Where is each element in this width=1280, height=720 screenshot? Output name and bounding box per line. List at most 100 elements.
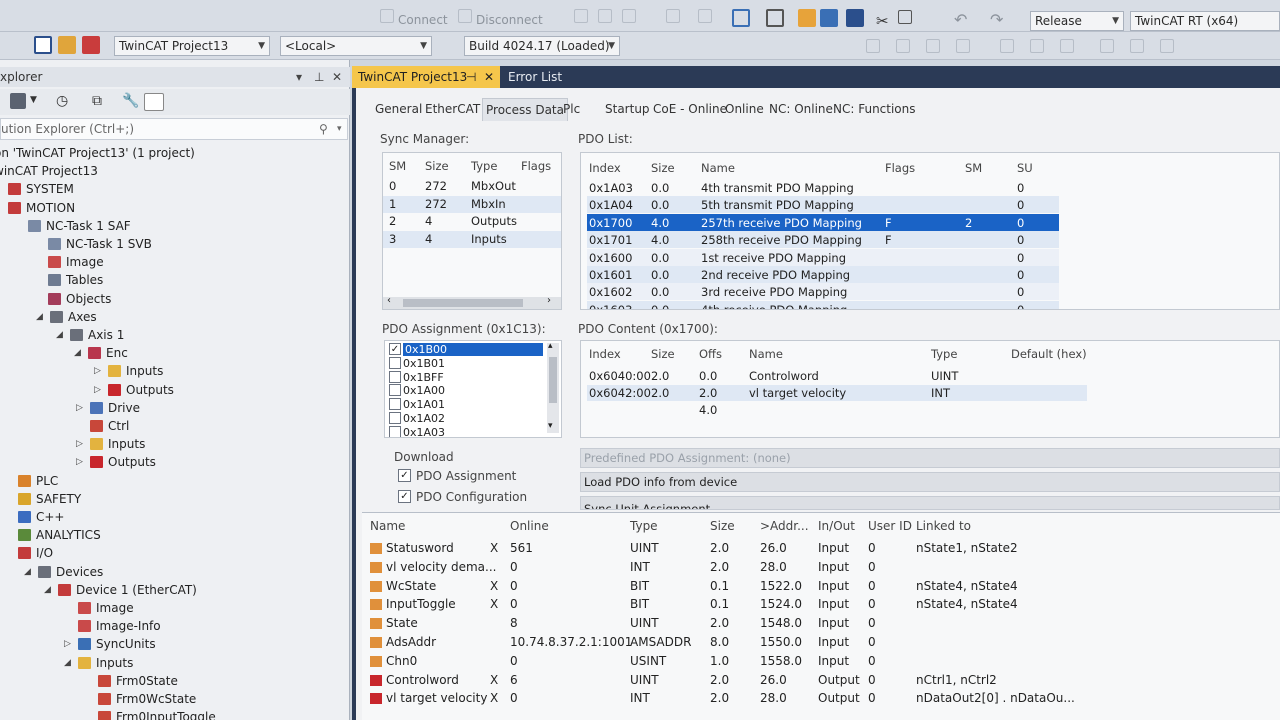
sync-manager-row[interactable]: 3 4 Inputs	[383, 232, 561, 249]
tab-plc[interactable]: Plc	[560, 98, 583, 120]
toolbar-icon-d[interactable]	[666, 9, 680, 23]
tree-node[interactable]: ◢ Axis 1	[0, 326, 350, 344]
toolbar-icon-b[interactable]	[598, 9, 612, 23]
pdo-assignment-item[interactable]: 0x1A00	[387, 384, 543, 398]
load-pdo-info-button[interactable]: Load PDO info from device	[580, 472, 1280, 492]
pdo-content-row[interactable]: 0x6042:00 2.0 2.0 vl target velocity INT	[581, 386, 1279, 403]
column-header[interactable]: Index	[589, 161, 621, 175]
column-header[interactable]: Name	[370, 519, 405, 533]
tree-node[interactable]: ◢ Devices	[0, 563, 350, 581]
tree-node[interactable]: Image	[0, 253, 350, 271]
tree-node[interactable]: ▷ Inputs	[0, 362, 350, 380]
tab-coe-online[interactable]: CoE - Online	[650, 98, 730, 120]
column-header[interactable]: SU	[1017, 161, 1033, 175]
variable-row[interactable]: Statusword X 561 UINT 2.0 26.0 Input 0 nState1, …	[362, 541, 1280, 559]
tree-node[interactable]: MOTION	[0, 199, 350, 217]
tree-node[interactable]: Image	[0, 599, 350, 617]
column-header[interactable]: SM	[965, 161, 982, 175]
tree-node[interactable]: NC-Task 1 SAF	[0, 217, 350, 235]
variable-row[interactable]: AdsAddr 10.74.8.37.2.1:1001 AMSADDR 8.0 1550…	[362, 635, 1280, 653]
scrollbar-thumb[interactable]	[403, 299, 523, 307]
toolbar-icon-f[interactable]	[866, 39, 880, 53]
collapse-icon[interactable]: ◢	[56, 326, 66, 344]
sync-unit-assignment-button[interactable]: Sync Unit Assignment...	[580, 496, 1280, 510]
variable-row[interactable]: Controlword X 6 UINT 2.0 26.0 Output 0 nCtrl1, n…	[362, 673, 1280, 691]
project-select[interactable]: TwinCAT Project13 ▼	[114, 36, 270, 56]
tree-node[interactable]: ▷ Outputs	[0, 381, 350, 399]
scrollbar-thumb[interactable]	[549, 357, 557, 403]
toggle-runmode-icon[interactable]	[82, 36, 100, 54]
pdo-row[interactable]: 0x1603 0.0 4th receive PDO Mapping 0	[581, 303, 1279, 309]
save-icon[interactable]	[846, 9, 864, 27]
assignment-checkbox[interactable]	[389, 398, 401, 411]
preview-icon[interactable]	[144, 93, 164, 111]
column-header[interactable]: Size	[425, 159, 449, 173]
toolbar-icon-a[interactable]	[574, 9, 588, 23]
column-header[interactable]: Size	[710, 519, 735, 533]
restart-icon[interactable]	[766, 9, 784, 27]
column-header[interactable]: Name	[701, 161, 735, 175]
sync-manager-list[interactable]: SM Size Type Flags 0 272 MbxOut 1 272 MbxIn 2 4 Outp…	[382, 152, 562, 310]
tab-online[interactable]: Online	[722, 98, 767, 120]
pdo-content-list[interactable]: Index Size Offs Name Type Default (hex) 0x6040…	[580, 340, 1280, 438]
close-icon[interactable]: ✕	[332, 67, 342, 87]
toolbar-icon-g[interactable]	[896, 39, 910, 53]
properties-icon[interactable]: 🔧	[122, 93, 139, 109]
toolbar-icon-o[interactable]	[1160, 39, 1174, 53]
tab-startup[interactable]: Startup	[602, 98, 653, 120]
toolbar-icon-e[interactable]	[698, 9, 712, 23]
scroll-down-icon[interactable]: ▾	[548, 421, 553, 431]
solution-platform-select[interactable]: TwinCAT RT (x64)	[1130, 11, 1280, 31]
expand-icon[interactable]: ▷	[76, 399, 86, 417]
pdo-content-row[interactable]: 0x6040:00 2.0 0.0 Controlword UINT	[581, 369, 1279, 386]
scroll-right-icon[interactable]: ›	[547, 295, 551, 306]
tree-node[interactable]: Frm0WcState	[0, 690, 350, 708]
tree-node[interactable]: Objects	[0, 290, 350, 308]
tree-node[interactable]: ANALYTICS	[0, 526, 350, 544]
tree-node[interactable]: Image-Info	[0, 617, 350, 635]
toolbar-icon-j[interactable]	[1000, 39, 1014, 53]
column-header[interactable]: Offs	[699, 347, 722, 361]
toolbar-icon-l[interactable]	[1060, 39, 1074, 53]
column-header[interactable]: Type	[931, 347, 957, 361]
tree-node[interactable]: ◢ Axes	[0, 308, 350, 326]
chevron-down-icon[interactable]: ▼	[30, 95, 37, 105]
column-header[interactable]: SM	[389, 159, 406, 173]
scroll-up-icon[interactable]: ▴	[548, 341, 553, 351]
tree-node[interactable]: PLC	[0, 472, 350, 490]
toolbar-icon-m[interactable]	[1100, 39, 1114, 53]
assignment-checkbox[interactable]	[389, 370, 401, 383]
collapse-icon[interactable]: ◢	[64, 654, 74, 672]
toolbar-icon-k[interactable]	[1030, 39, 1044, 53]
pdo-assignment-item[interactable]: 0x1A01	[387, 398, 543, 412]
column-header[interactable]: In/Out	[818, 519, 855, 533]
assignment-checkbox[interactable]	[389, 425, 401, 437]
expand-icon[interactable]: ▷	[94, 362, 104, 380]
tree-node[interactable]: SYSTEM	[0, 180, 350, 198]
tree-node[interactable]: winCAT Project13	[0, 162, 350, 180]
sync-manager-row[interactable]: 0 272 MbxOut	[383, 179, 561, 196]
column-header[interactable]: Default (hex)	[1011, 347, 1087, 361]
tab-error-list[interactable]: Error List	[502, 66, 568, 88]
expand-icon[interactable]: ▷	[64, 635, 74, 653]
column-header[interactable]: User ID	[868, 519, 912, 533]
column-header[interactable]: Name	[749, 347, 783, 361]
tab-twincat-project[interactable]: TwinCAT Project13 ⊣ ✕	[352, 66, 500, 88]
toolbar-icon-n[interactable]	[1130, 39, 1144, 53]
solution-config-select[interactable]: Release ▼	[1030, 11, 1124, 31]
tree-node[interactable]: ▷ Outputs	[0, 453, 350, 471]
assignment-checkbox[interactable]	[389, 356, 401, 369]
pdo-assignment-item[interactable]: 0x1BFF	[387, 370, 543, 385]
dropdown-icon[interactable]: ▾	[296, 67, 302, 87]
variable-row[interactable]: Chn0 0 USINT 1.0 1558.0 Input 0	[362, 654, 1280, 672]
solution-explorer-search[interactable]: ution Explorer (Ctrl+;) ⚲ ▾	[0, 118, 348, 140]
redo-icon[interactable]: ↷	[990, 10, 1003, 29]
tree-node[interactable]: SAFETY	[0, 490, 350, 508]
tab-ethercat[interactable]: EtherCAT	[422, 98, 483, 120]
plc-login-icon[interactable]	[58, 36, 76, 54]
pdo-assignment-list[interactable]: ✓ 0x1B00 0x1B01 0x1BFF 0x1A00 0x1A01 0x1A02 0x1…	[384, 340, 562, 438]
variable-row[interactable]: State 8 UINT 2.0 1548.0 Input 0	[362, 616, 1280, 634]
column-header[interactable]: Flags	[885, 161, 915, 175]
collapse-icon[interactable]: ◢	[36, 308, 46, 326]
chevron-down-icon[interactable]: ▾	[337, 119, 342, 139]
